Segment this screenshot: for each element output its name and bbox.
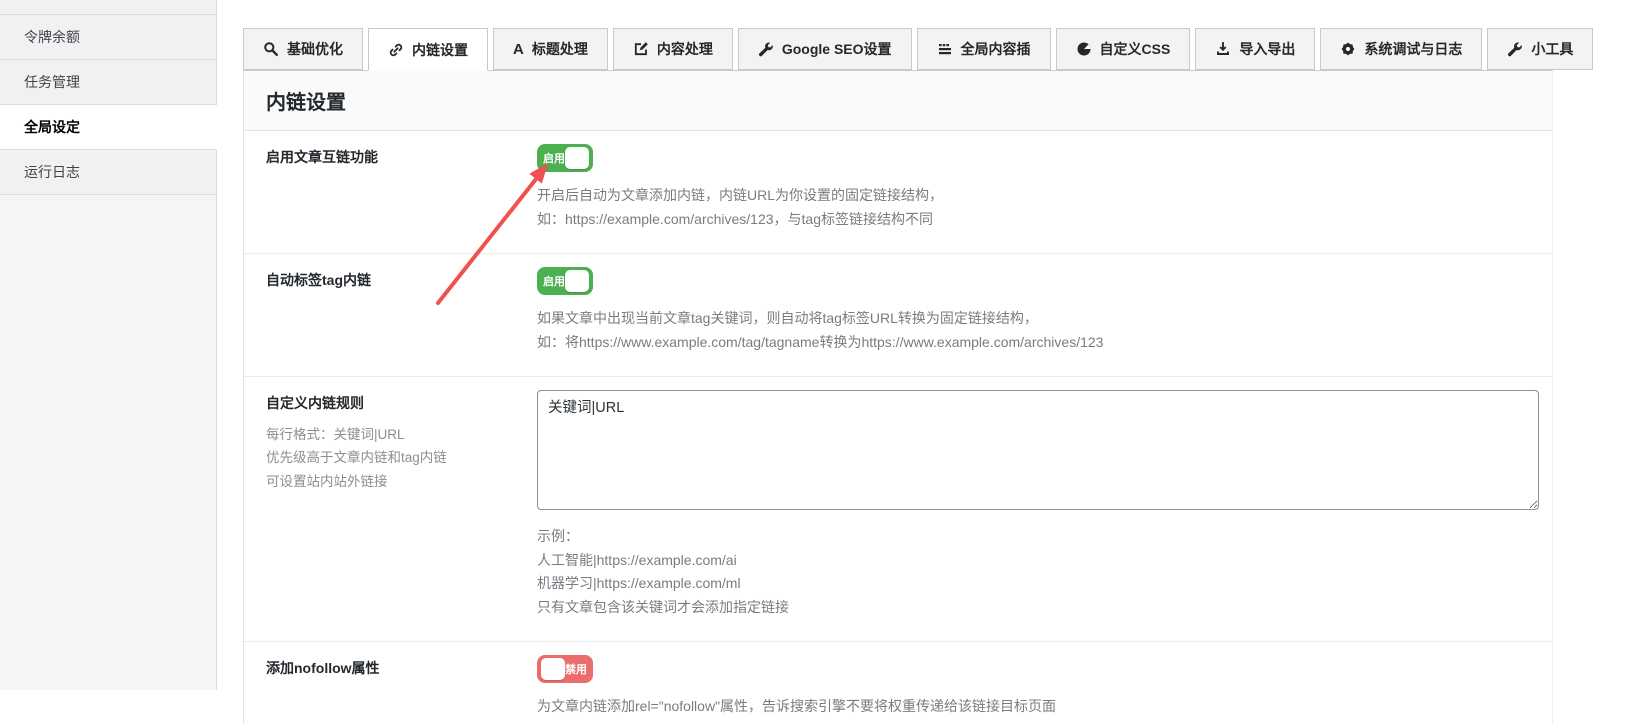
link-icon: [388, 42, 404, 58]
wrench-icon: [1507, 41, 1523, 57]
list-icon: [937, 41, 953, 57]
page-title: 内链设置: [244, 71, 1552, 131]
letter-a-icon: A: [513, 41, 524, 58]
sidebar-item-task-management[interactable]: 任务管理: [0, 60, 217, 105]
article-interlink-toggle[interactable]: 启用: [537, 144, 593, 172]
setting-description: 为文章内链添加rel="nofollow"属性，告诉搜索引擎不要将权重传递给该链…: [537, 695, 1530, 719]
toggle-state-label: 启用: [543, 273, 565, 289]
tab-label: 标题处理: [532, 39, 588, 59]
tab-title-processing[interactable]: A 标题处理: [493, 28, 608, 70]
toggle-knob: [541, 658, 565, 680]
tab-label: 内容处理: [657, 39, 713, 59]
tab-label: 自定义CSS: [1100, 39, 1171, 59]
sidebar-item-global-settings[interactable]: 全局设定: [0, 105, 217, 150]
settings-panel: 内链设置 启用文章互链功能 启用 开启后自动为文章添加内链，内链URL为你设置的…: [243, 70, 1553, 724]
css-circle-icon: [1076, 41, 1092, 57]
gear-icon: [1340, 41, 1356, 57]
setting-hints: 每行格式：关键词|URL 优先级高于文章内链和tag内链 可设置站内站外链接: [266, 423, 537, 493]
app-layout: 令牌余额 任务管理 全局设定 运行日志 基础优化 内链设置 A 标题: [0, 0, 1646, 724]
setting-description: 如果文章中出现当前文章tag关键词，则自动将tag标签URL转换为固定链接结构，…: [537, 307, 1530, 354]
custom-rules-textarea[interactable]: 关键词|URL: [537, 390, 1539, 510]
download-icon: [1215, 41, 1231, 57]
sidebar-item-token-balance[interactable]: 令牌余额: [0, 15, 217, 60]
setting-label: 添加nofollow属性: [266, 658, 537, 678]
tab-global-content-insert[interactable]: 全局内容插: [917, 28, 1051, 70]
tab-label: 全局内容插: [961, 39, 1031, 59]
sidebar-filler: [0, 195, 217, 690]
tab-content-processing[interactable]: 内容处理: [613, 28, 733, 70]
tab-label: 系统调试与日志: [1364, 39, 1462, 59]
tab-label: 基础优化: [287, 39, 343, 59]
tab-label: 内链设置: [412, 40, 468, 60]
tab-system-debug-log[interactable]: 系统调试与日志: [1320, 28, 1482, 70]
tab-google-seo[interactable]: Google SEO设置: [738, 28, 912, 70]
tab-custom-css[interactable]: 自定义CSS: [1056, 28, 1191, 70]
sidebar-item-partial: [0, 0, 217, 15]
setting-description: 开启后自动为文章添加内链，内链URL为你设置的固定链接结构， 如：https:/…: [537, 184, 1530, 231]
setting-label: 自动标签tag内链: [266, 270, 537, 290]
tab-small-tools[interactable]: 小工具: [1487, 28, 1593, 70]
toggle-state-label: 禁用: [565, 661, 587, 677]
setting-row-tag-interlink: 自动标签tag内链 启用 如果文章中出现当前文章tag关键词，则自动将tag标签…: [244, 254, 1552, 377]
search-icon: [263, 41, 279, 57]
wrench-icon: [758, 41, 774, 57]
toggle-state-label: 启用: [543, 150, 565, 166]
nofollow-toggle[interactable]: 禁用: [537, 655, 593, 683]
tab-label: 导入导出: [1239, 39, 1295, 59]
toggle-knob: [565, 147, 589, 169]
sidebar-item-run-log[interactable]: 运行日志: [0, 150, 217, 195]
tag-interlink-toggle[interactable]: 启用: [537, 267, 593, 295]
setting-examples: 示例： 人工智能|https://example.com/ai 机器学习|htt…: [537, 525, 1539, 619]
toggle-knob: [565, 270, 589, 292]
setting-label: 自定义内链规则: [266, 393, 537, 413]
setting-label: 启用文章互链功能: [266, 147, 537, 167]
tab-basic-optimization[interactable]: 基础优化: [243, 28, 363, 70]
sidebar: 令牌余额 任务管理 全局设定 运行日志: [0, 0, 217, 690]
main-area: 基础优化 内链设置 A 标题处理 内容处理: [243, 0, 1553, 724]
setting-row-article-interlink: 启用文章互链功能 启用 开启后自动为文章添加内链，内链URL为你设置的固定链接结…: [244, 131, 1552, 254]
tab-internal-links[interactable]: 内链设置: [368, 28, 488, 71]
edit-icon: [633, 41, 649, 57]
tab-label: 小工具: [1531, 39, 1573, 59]
tab-import-export[interactable]: 导入导出: [1195, 28, 1315, 70]
tab-label: Google SEO设置: [782, 39, 892, 59]
setting-row-nofollow: 添加nofollow属性 禁用 为文章内链添加rel="nofollow"属性，…: [244, 642, 1552, 724]
setting-row-custom-rules: 自定义内链规则 每行格式：关键词|URL 优先级高于文章内链和tag内链 可设置…: [244, 377, 1552, 642]
settings-tabbar: 基础优化 内链设置 A 标题处理 内容处理: [243, 0, 1553, 70]
